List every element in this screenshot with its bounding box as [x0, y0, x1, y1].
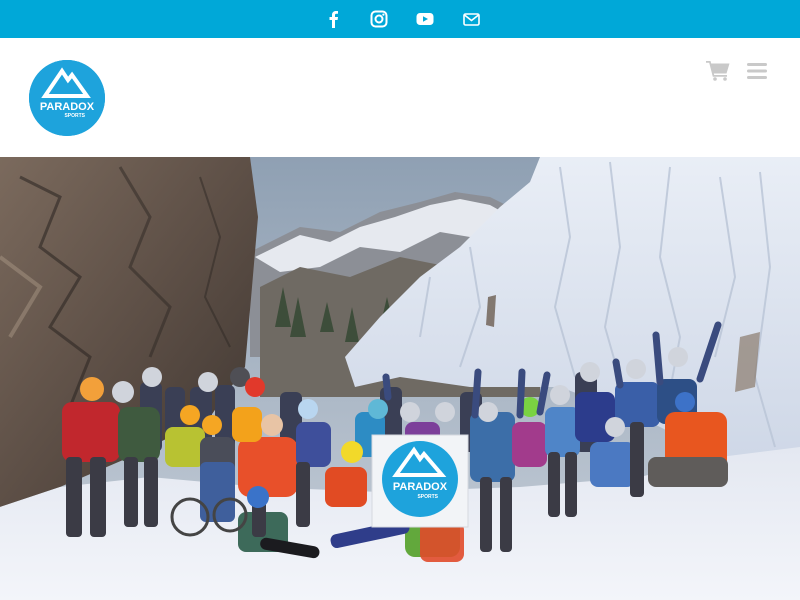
social-links — [323, 9, 481, 29]
logo-text: PARADOX — [40, 101, 95, 113]
instagram-icon[interactable] — [369, 9, 389, 29]
paradox-sports-logo[interactable]: PARADOX SPORTS — [29, 60, 105, 136]
facebook-icon[interactable] — [323, 9, 343, 29]
shopping-cart-icon[interactable] — [706, 61, 730, 81]
logo-subtext: SPORTS — [64, 113, 85, 119]
email-icon[interactable] — [461, 9, 481, 29]
hamburger-menu-icon[interactable] — [747, 62, 769, 80]
banner-logo-subtext: SPORTS — [417, 494, 438, 500]
hero-image: PARADOX SPORTS — [0, 157, 800, 600]
banner-logo-text: PARADOX — [393, 481, 448, 493]
hero-banner: PARADOX SPORTS — [371, 434, 469, 528]
social-top-bar — [0, 0, 800, 38]
youtube-icon[interactable] — [415, 9, 435, 29]
site-header: PARADOX SPORTS — [0, 38, 800, 157]
